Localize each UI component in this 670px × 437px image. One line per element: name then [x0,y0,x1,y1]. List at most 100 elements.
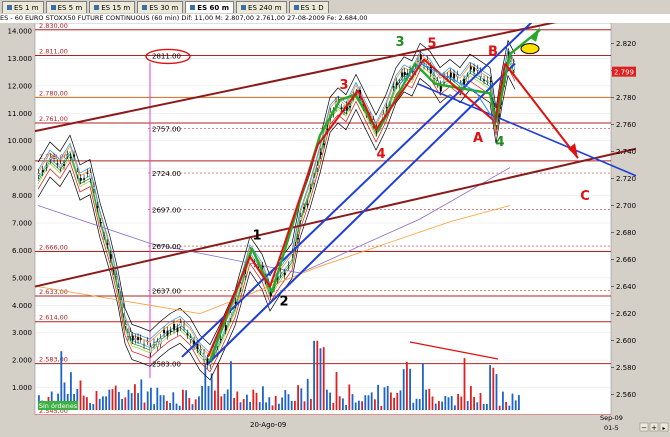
price-chart[interactable]: 2.830,002.811,002.780,002.761,002.733,00… [0,23,670,437]
volume-bar [79,380,82,410]
chart-icon [7,5,12,10]
level-line-label: 2.830,00 [39,23,68,30]
tab-es-1-m[interactable]: ES 1 m [2,1,44,13]
volume-bar [111,389,114,410]
candle-body [303,206,306,209]
candle-body [137,337,140,341]
volume-bar [92,404,95,410]
volume-bar [338,396,341,410]
tab-es-240-m[interactable]: ES 240 m [236,1,287,13]
candle-body [319,152,322,155]
volume-bar [265,402,267,410]
wave-label: 3 [339,78,348,93]
volume-bar [479,393,482,410]
candle-body [401,72,404,77]
candle-body [510,57,513,59]
volume-bar [268,397,271,410]
tab-label: ES 5 m [57,3,83,12]
candle-body [403,72,406,76]
volume-bar [364,395,367,410]
fib-level-label: 2724.00 [152,170,181,178]
candle-body [93,186,96,190]
wave-label: 5 [427,36,436,51]
volume-bar [246,394,248,410]
candle-body [73,154,76,157]
candle-body [173,323,176,330]
volume-bar [274,395,277,410]
wave-label: 1 [252,228,261,243]
candle-body [385,107,388,109]
volume-bar [329,392,331,410]
volume-bar [495,374,498,410]
tab-es-5-m[interactable]: ES 5 m [45,1,88,13]
candle-body [159,337,162,345]
candle-body [109,254,112,259]
candle-body [176,327,179,332]
level-line-label: 2.780,00 [39,89,68,97]
volume-bar [226,389,229,410]
volume-bar [153,404,155,410]
volume-bar [95,391,98,410]
volume-bar [415,398,418,410]
volume-bar [431,396,434,410]
volume-bar [130,393,133,410]
left-axis-tick: 10.000 [8,137,33,145]
candle-body [129,331,132,337]
volume-bar [351,394,354,410]
volume-bar [313,340,315,410]
candle-body [429,66,432,74]
candle-body [244,273,247,277]
left-axis-tick: 11.000 [8,110,33,118]
volume-bar [418,399,421,410]
left-axis-tick: 1.000 [12,384,32,392]
chart-icon [190,5,196,10]
tab-es-30-m[interactable]: ES 30 m [137,1,184,13]
status-label: Sin órdenes [39,402,78,410]
tab-es-60-m[interactable]: ES 60 m [185,1,235,13]
candle-body [63,164,66,166]
candle-body [469,66,472,70]
volume-bar [460,396,463,410]
left-axis-tick: 2.000 [12,357,32,365]
volume-bar [150,387,152,410]
volume-bar [134,384,136,410]
volume-bar [118,391,120,410]
volume-bar [258,402,261,410]
volume-bar [297,385,299,410]
tab-label: ES 1 m [14,3,39,12]
right-axis-tick: 2.620 [616,310,636,318]
candle-body [134,338,137,340]
volume-bar [377,384,379,410]
left-axis-tick: 9.000 [12,165,32,173]
volume-bar [425,389,427,410]
target-marker-icon [520,43,540,55]
right-date-label: Sep-09 [600,414,623,422]
volume-bar [508,405,511,410]
volume-bar [284,389,287,410]
volume-bar [390,392,392,410]
candle-body [279,272,282,274]
left-axis-tick: 14.000 [8,28,33,36]
chart-icon [142,5,148,10]
candle-body [103,235,106,237]
wave-label: A [473,131,483,146]
candle-body [229,312,232,319]
candle-body [166,330,169,336]
level-line-label: 2.666,00 [39,243,68,251]
candle-body [183,324,186,328]
tab-es-15-m[interactable]: ES 15 m [89,1,136,13]
tab-label: ES 30 m [149,3,179,12]
volume-bar [402,369,405,410]
volume-bar [505,401,507,410]
right-axis-tick: 2.600 [616,337,636,345]
volume-bar [217,364,219,410]
candle-body [316,165,319,169]
volume-bar [367,395,370,410]
candle-body [66,154,69,156]
tab-es-1-d[interactable]: ES 1 D [288,1,329,13]
volume-bar [454,405,456,410]
volume-bar [98,398,101,410]
volume-bar [294,400,296,410]
candle-body [313,177,316,184]
candle-body [112,270,115,272]
